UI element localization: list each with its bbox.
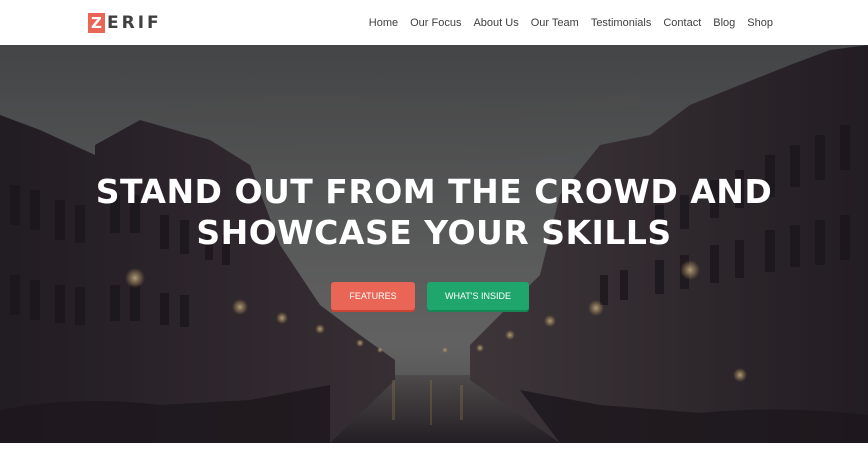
hero-title: STAND OUT FROM THE CROWD AND SHOWCASE YO…	[0, 171, 868, 253]
nav-item-testimonials[interactable]: Testimonials	[591, 15, 652, 31]
hero-section: STAND OUT FROM THE CROWD AND SHOWCASE YO…	[0, 45, 868, 443]
features-button[interactable]: FEATURES	[331, 282, 415, 310]
main-nav: Home Our Focus About Us Our Team Testimo…	[369, 15, 773, 31]
logo[interactable]: Z ERIF	[88, 12, 162, 34]
nav-item-home[interactable]: Home	[369, 15, 398, 31]
logo-text: ERIF	[107, 13, 162, 33]
nav-item-about-us[interactable]: About Us	[473, 15, 518, 31]
hero-title-line-2: SHOWCASE YOUR SKILLS	[196, 213, 672, 252]
nav-item-our-focus[interactable]: Our Focus	[410, 15, 461, 31]
logo-mark: Z	[88, 13, 105, 33]
nav-item-shop[interactable]: Shop	[747, 15, 773, 31]
page-bottom-strip	[0, 443, 868, 472]
nav-item-contact[interactable]: Contact	[663, 15, 701, 31]
whats-inside-button[interactable]: WHAT'S INSIDE	[427, 282, 529, 310]
nav-item-our-team[interactable]: Our Team	[531, 15, 579, 31]
site-header: Z ERIF Home Our Focus About Us Our Team …	[0, 0, 868, 45]
hero-title-line-1: STAND OUT FROM THE CROWD AND	[95, 172, 773, 211]
nav-item-blog[interactable]: Blog	[713, 15, 735, 31]
